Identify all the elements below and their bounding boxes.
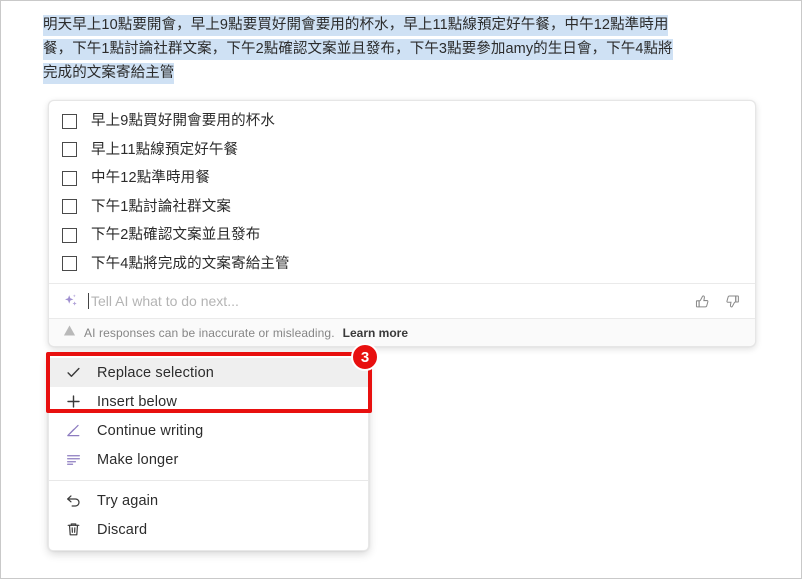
- annotation-step-badge: 3: [351, 343, 379, 371]
- menu-item-label: Insert below: [97, 393, 177, 410]
- menu-item-continue-writing[interactable]: Continue writing: [49, 416, 368, 445]
- check-icon: [63, 364, 83, 381]
- list-item-label: 下午1點討論社群文案: [91, 198, 232, 215]
- list-item-label: 早上11點線預定好午餐: [91, 141, 239, 158]
- plus-icon: [63, 393, 83, 410]
- lines-icon: [63, 451, 83, 468]
- checkbox-icon[interactable]: [62, 113, 77, 129]
- checkbox-icon[interactable]: [62, 142, 77, 158]
- menu-item-insert-below[interactable]: Insert below: [49, 387, 368, 416]
- list-item-label: 中午12點準時用餐: [91, 170, 210, 186]
- disclaimer-text: AI responses can be inaccurate or mislea…: [84, 325, 335, 340]
- undo-icon: [63, 492, 83, 509]
- list-item[interactable]: 中午12點準時用餐: [49, 164, 755, 193]
- ai-actions-menu: Replace selection Insert below Continue …: [48, 353, 369, 551]
- paragraph-line: 餐，下午1點討論社群文案，下午2點確認文案並且發布，下午3點要參加amy的生日會…: [43, 37, 759, 61]
- paragraph-line: 完成的文案寄給主管: [43, 61, 759, 85]
- trash-icon: [63, 521, 83, 538]
- paragraph-line-text: 明天早上10點要開會，早上9點要買好開會要用的杯水，早上11點線預定好午餐，中午…: [43, 15, 669, 36]
- selected-paragraph[interactable]: 明天早上10點要開會，早上9點要買好開會要用的杯水，早上11點線預定好午餐，中午…: [43, 13, 759, 85]
- menu-item-label: Discard: [97, 521, 148, 538]
- checkbox-icon[interactable]: [62, 227, 77, 243]
- checkbox-icon[interactable]: [62, 256, 77, 272]
- menu-divider: [49, 480, 368, 481]
- list-item-label: 下午4點將完成的文案寄給主管: [91, 255, 290, 272]
- learn-more-link[interactable]: Learn more: [343, 326, 408, 340]
- menu-item-discard[interactable]: Discard: [49, 515, 368, 544]
- thumbs-up-icon[interactable]: [694, 293, 711, 310]
- ai-result-card: 早上9點買好開會要用的杯水 早上11點線預定好午餐 中午12點準時用餐 下午1點…: [48, 100, 756, 347]
- list-item-label: 下午2點確認文案並且發布: [91, 227, 261, 243]
- menu-item-label: Make longer: [97, 451, 179, 468]
- list-item[interactable]: 早上11點線預定好午餐: [49, 136, 755, 165]
- list-item[interactable]: 下午1點討論社群文案: [49, 193, 755, 222]
- menu-item-label: Replace selection: [97, 364, 215, 381]
- pencil-icon: [63, 422, 83, 439]
- checkbox-icon[interactable]: [62, 199, 77, 215]
- ai-todo-list: 早上9點買好開會要用的杯水 早上11點線預定好午餐 中午12點準時用餐 下午1點…: [49, 101, 755, 283]
- ai-prompt-row: [49, 283, 755, 318]
- thumbs-down-icon[interactable]: [724, 293, 741, 310]
- list-item-label: 早上9點買好開會要用的杯水: [91, 113, 276, 129]
- menu-item-try-again[interactable]: Try again: [49, 486, 368, 515]
- paragraph-line: 明天早上10點要開會，早上9點要買好開會要用的杯水，早上11點線預定好午餐，中午…: [43, 13, 759, 37]
- menu-item-replace-selection[interactable]: Replace selection: [49, 358, 368, 387]
- list-item[interactable]: 早上9點買好開會要用的杯水: [49, 107, 755, 136]
- list-item[interactable]: 下午2點確認文案並且發布: [49, 221, 755, 250]
- menu-item-make-longer[interactable]: Make longer: [49, 445, 368, 474]
- paragraph-line-text: 完成的文案寄給主管: [43, 63, 175, 84]
- screenshot-root: 明天早上10點要開會，早上9點要買好開會要用的杯水，早上11點線預定好午餐，中午…: [0, 0, 802, 579]
- menu-item-label: Continue writing: [97, 422, 204, 439]
- list-item[interactable]: 下午4點將完成的文案寄給主管: [49, 250, 755, 279]
- menu-item-label: Try again: [97, 492, 159, 509]
- warning-icon: [63, 324, 76, 342]
- sparkle-icon: [62, 292, 80, 310]
- paragraph-line-text: 餐，下午1點討論社群文案，下午2點確認文案並且發布，下午3點要參加amy的生日會…: [43, 39, 673, 60]
- ai-disclaimer: AI responses can be inaccurate or mislea…: [49, 318, 755, 346]
- checkbox-icon[interactable]: [62, 170, 77, 186]
- ai-prompt-input[interactable]: [89, 291, 694, 311]
- feedback-icons: [694, 293, 741, 310]
